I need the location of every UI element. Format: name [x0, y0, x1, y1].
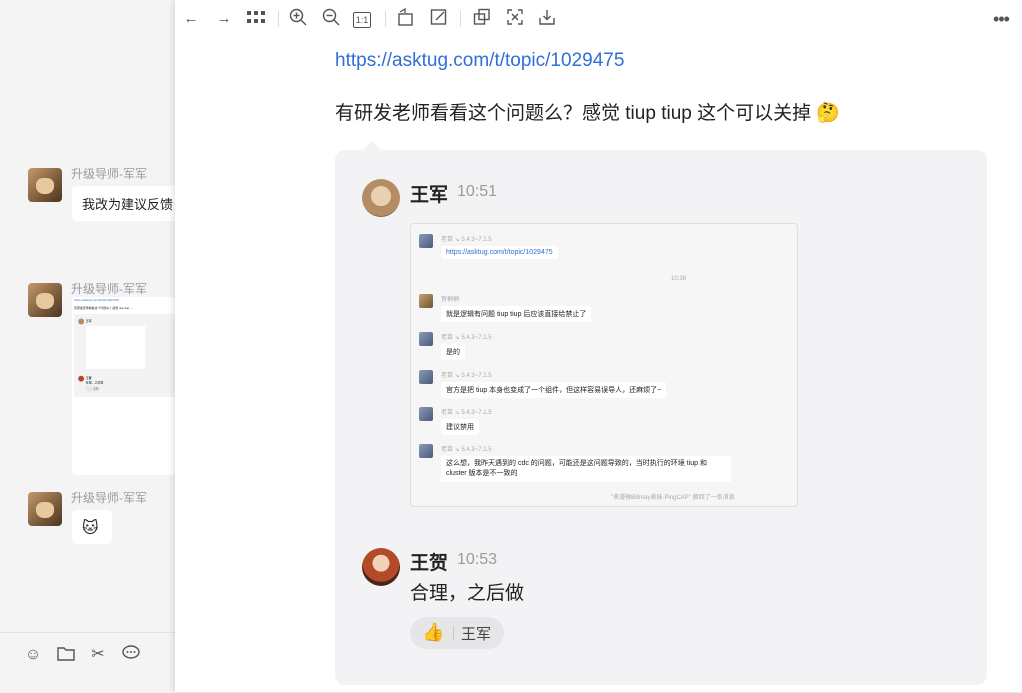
recall-notice: "表漫禅Billmay表妹-PingCAP" 撤回了一条消息	[611, 495, 735, 501]
message-bubble: 建议禁用	[441, 419, 479, 435]
rotate-icon[interactable]	[395, 7, 417, 30]
grid-icon[interactable]	[245, 8, 267, 30]
image-viewer: ← → 1:1 ••• https://asktug.com/t/topic/1…	[175, 0, 1022, 692]
more-icon[interactable]: •••	[990, 8, 1012, 30]
mini-card: 王军 王贺 合理，之后做 王军	[74, 314, 175, 397]
chat-message: 升级导师-军军	[28, 282, 147, 317]
sender-name: 王贺	[410, 553, 449, 574]
sender-name: 王军	[410, 185, 449, 206]
avatar	[419, 407, 433, 421]
mini-reply: 合理，之后做	[85, 381, 104, 385]
message-bubble: 官方是把 tiup 本身也变成了一个组件，但这样容易误导人，还麻烦了~	[441, 382, 667, 398]
zoom-out-icon[interactable]	[320, 8, 342, 30]
sender-name: 老苗 ↘ 5.4.3~7.1.5	[441, 447, 492, 453]
reply-text: 合理，之后做	[410, 583, 525, 604]
cat-sticker-icon: 🐱	[82, 520, 99, 537]
mini-avatar	[78, 318, 85, 325]
message-bubble: 就是逻辑有问题 tiup tiup 后应该直接给禁止了	[441, 306, 592, 322]
reaction-user: 王军	[461, 626, 492, 643]
reaction-divider	[453, 626, 454, 640]
input-toolbar: ☺ ✂	[0, 632, 175, 693]
question-text: 有研发老师看看这个问题么？感觉 tiup tiup 这个可以关掉 🤔	[335, 103, 841, 124]
crop-icon[interactable]	[504, 8, 526, 30]
sender-name: 贺桐桐	[441, 297, 460, 303]
avatar	[419, 332, 433, 346]
avatar[interactable]	[362, 179, 400, 217]
folder-icon[interactable]	[56, 645, 76, 665]
forward-icon[interactable]: →	[213, 8, 235, 30]
image-thumbnail[interactable]: https://asktug.com/t/topic/1029475 有研发老师…	[72, 297, 175, 475]
download-icon[interactable]	[536, 8, 558, 30]
sender-name: 老苗 ↘ 5.4.3~7.1.5	[441, 373, 492, 379]
image-content: https://asktug.com/t/topic/1029475 有研发老师…	[322, 40, 987, 692]
sender-name: 升级导师-军军	[71, 491, 147, 505]
mini-name: 王贺	[85, 376, 92, 380]
sender-name: 老苗 ↘ 5.4.3~7.1.5	[441, 237, 492, 243]
chat-message: 升级导师-军军 我改为建议反馈	[28, 167, 182, 221]
avatar[interactable]	[28, 168, 62, 202]
toolbar-divider	[385, 11, 386, 27]
sender-name: 老苗 ↘ 5.4.3~7.1.5	[441, 410, 492, 416]
chat-icon[interactable]	[121, 645, 141, 665]
quoted-card: 王军 10:51 老苗 ↘ 5.4.3~7.1.5 https://asktug…	[335, 141, 987, 685]
chat-panel: 升级导师-军军 我改为建议反馈 升级导师-军军 https://asktug.c…	[0, 0, 182, 692]
zoom-in-icon[interactable]	[287, 8, 309, 30]
avatar[interactable]	[28, 492, 62, 526]
chat-message: 升级导师-军军 🐱	[28, 491, 147, 544]
mini-screenshot	[85, 325, 146, 370]
avatar	[419, 370, 433, 384]
mini-question: 有研发老师看看这个问题么？感觉 tiup tiup ...	[74, 306, 133, 311]
sender-name: 升级导师-军军	[71, 282, 147, 296]
reaction-pill[interactable]: 👍 王军	[410, 617, 504, 649]
topic-link[interactable]: https://asktug.com/t/topic/1029475	[335, 50, 624, 72]
actual-size-icon[interactable]: 1:1	[353, 12, 371, 28]
avatar	[419, 234, 433, 248]
message-bubble: 是的	[441, 344, 465, 360]
message-bubble[interactable]: 我改为建议反馈	[72, 186, 182, 221]
message-bubble: https://asktug.com/t/topic/1029475	[441, 246, 558, 259]
avatar[interactable]	[28, 283, 62, 317]
avatar[interactable]	[362, 548, 400, 586]
mini-avatar	[78, 375, 85, 382]
message-time: 10:51	[457, 183, 498, 200]
sender-name: 老苗 ↘ 5.4.3~7.1.5	[441, 335, 492, 341]
copy-icon[interactable]	[471, 8, 493, 30]
scissors-icon[interactable]: ✂	[88, 645, 108, 665]
back-icon[interactable]: ←	[180, 8, 202, 30]
avatar	[419, 444, 433, 458]
message-time: 10:53	[457, 551, 498, 568]
mini-name: 王军	[85, 319, 92, 323]
mini-reaction: 王军	[85, 386, 101, 392]
sender-name: 升级导师-军军	[71, 167, 147, 181]
avatar	[419, 294, 433, 308]
message-time: 10:38	[671, 276, 687, 282]
message-bubble: 这么想，我昨天遇到的 cdc 的问题，可能还是这问题导致的，当时执行的环境 ti…	[441, 456, 731, 482]
screenshot-image[interactable]: 老苗 ↘ 5.4.3~7.1.5 https://asktug.com/t/to…	[410, 223, 798, 507]
thumbs-up-icon: 👍	[422, 622, 445, 642]
sticker-bubble[interactable]: 🐱	[72, 510, 112, 544]
mini-link: https://asktug.com/t/topic/1029475	[74, 298, 119, 302]
toolbar-divider	[460, 11, 461, 27]
toolbar-divider	[278, 11, 279, 27]
edit-icon[interactable]	[428, 8, 450, 30]
emoji-icon[interactable]: ☺	[23, 645, 43, 665]
